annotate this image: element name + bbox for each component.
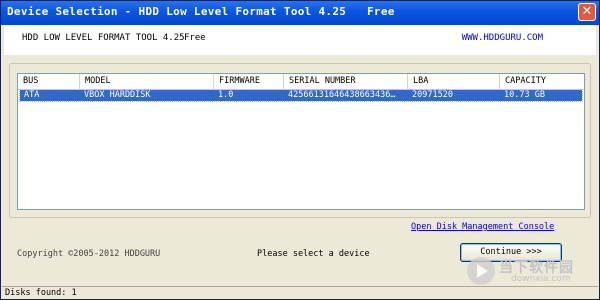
copyright-text: Copyright ©2005-2012 HDDGURU xyxy=(17,249,161,259)
device-serial: 42566131646438663436… xyxy=(288,90,396,100)
device-capacity: 10.73 GB xyxy=(504,90,545,100)
watermark-logo-icon xyxy=(467,257,495,285)
close-button[interactable]: ✕ xyxy=(578,3,596,21)
column-header-model[interactable]: MODEL xyxy=(80,74,214,89)
window-title: Device Selection - HDD Low Level Format … xyxy=(7,5,395,18)
device-bus: ATA xyxy=(24,90,40,100)
status-bar: Disks found: 1 xyxy=(2,286,598,299)
column-header-bus[interactable]: BUS xyxy=(18,74,80,89)
app-name: HDD LOW LEVEL FORMAT TOOL 4.25 xyxy=(22,33,185,43)
column-header-lba[interactable]: LBA xyxy=(408,74,500,89)
app-header: HDD LOW LEVEL FORMAT TOOL 4.25 Free WWW.… xyxy=(4,25,596,55)
column-header-capacity[interactable]: CAPACITY xyxy=(500,74,584,89)
watermark: 当下软件园 downxia.com xyxy=(467,257,591,285)
column-header-firmware[interactable]: FIRMWARE xyxy=(214,74,284,89)
device-model: VBOX HARDDISK xyxy=(84,90,151,100)
device-firmware: 1.0 xyxy=(218,90,234,100)
device-row[interactable]: ATA VBOX HARDDISK 1.0 425661316464386634… xyxy=(19,89,583,102)
column-header-serial[interactable]: SERIAL NUMBER xyxy=(284,74,408,89)
device-list[interactable]: BUS MODEL FIRMWARE SERIAL NUMBER LBA CAP… xyxy=(17,73,585,210)
device-list-header: BUS MODEL FIRMWARE SERIAL NUMBER LBA CAP… xyxy=(18,74,584,90)
device-lba: 20971520 xyxy=(412,90,453,100)
disk-management-link[interactable]: Open Disk Management Console xyxy=(411,222,554,232)
title-bar[interactable]: Device Selection - HDD Low Level Format … xyxy=(1,1,599,25)
disks-found-text: Disks found: 1 xyxy=(5,288,77,298)
status-message: Please select a device xyxy=(257,249,370,259)
device-selection-window: Device Selection - HDD Low Level Format … xyxy=(0,0,600,300)
website-link[interactable]: WWW.HDDGURU.COM xyxy=(462,33,543,43)
close-icon: ✕ xyxy=(581,4,593,19)
app-edition: Free xyxy=(184,33,206,43)
watermark-en-text: downxia.com xyxy=(511,274,571,284)
